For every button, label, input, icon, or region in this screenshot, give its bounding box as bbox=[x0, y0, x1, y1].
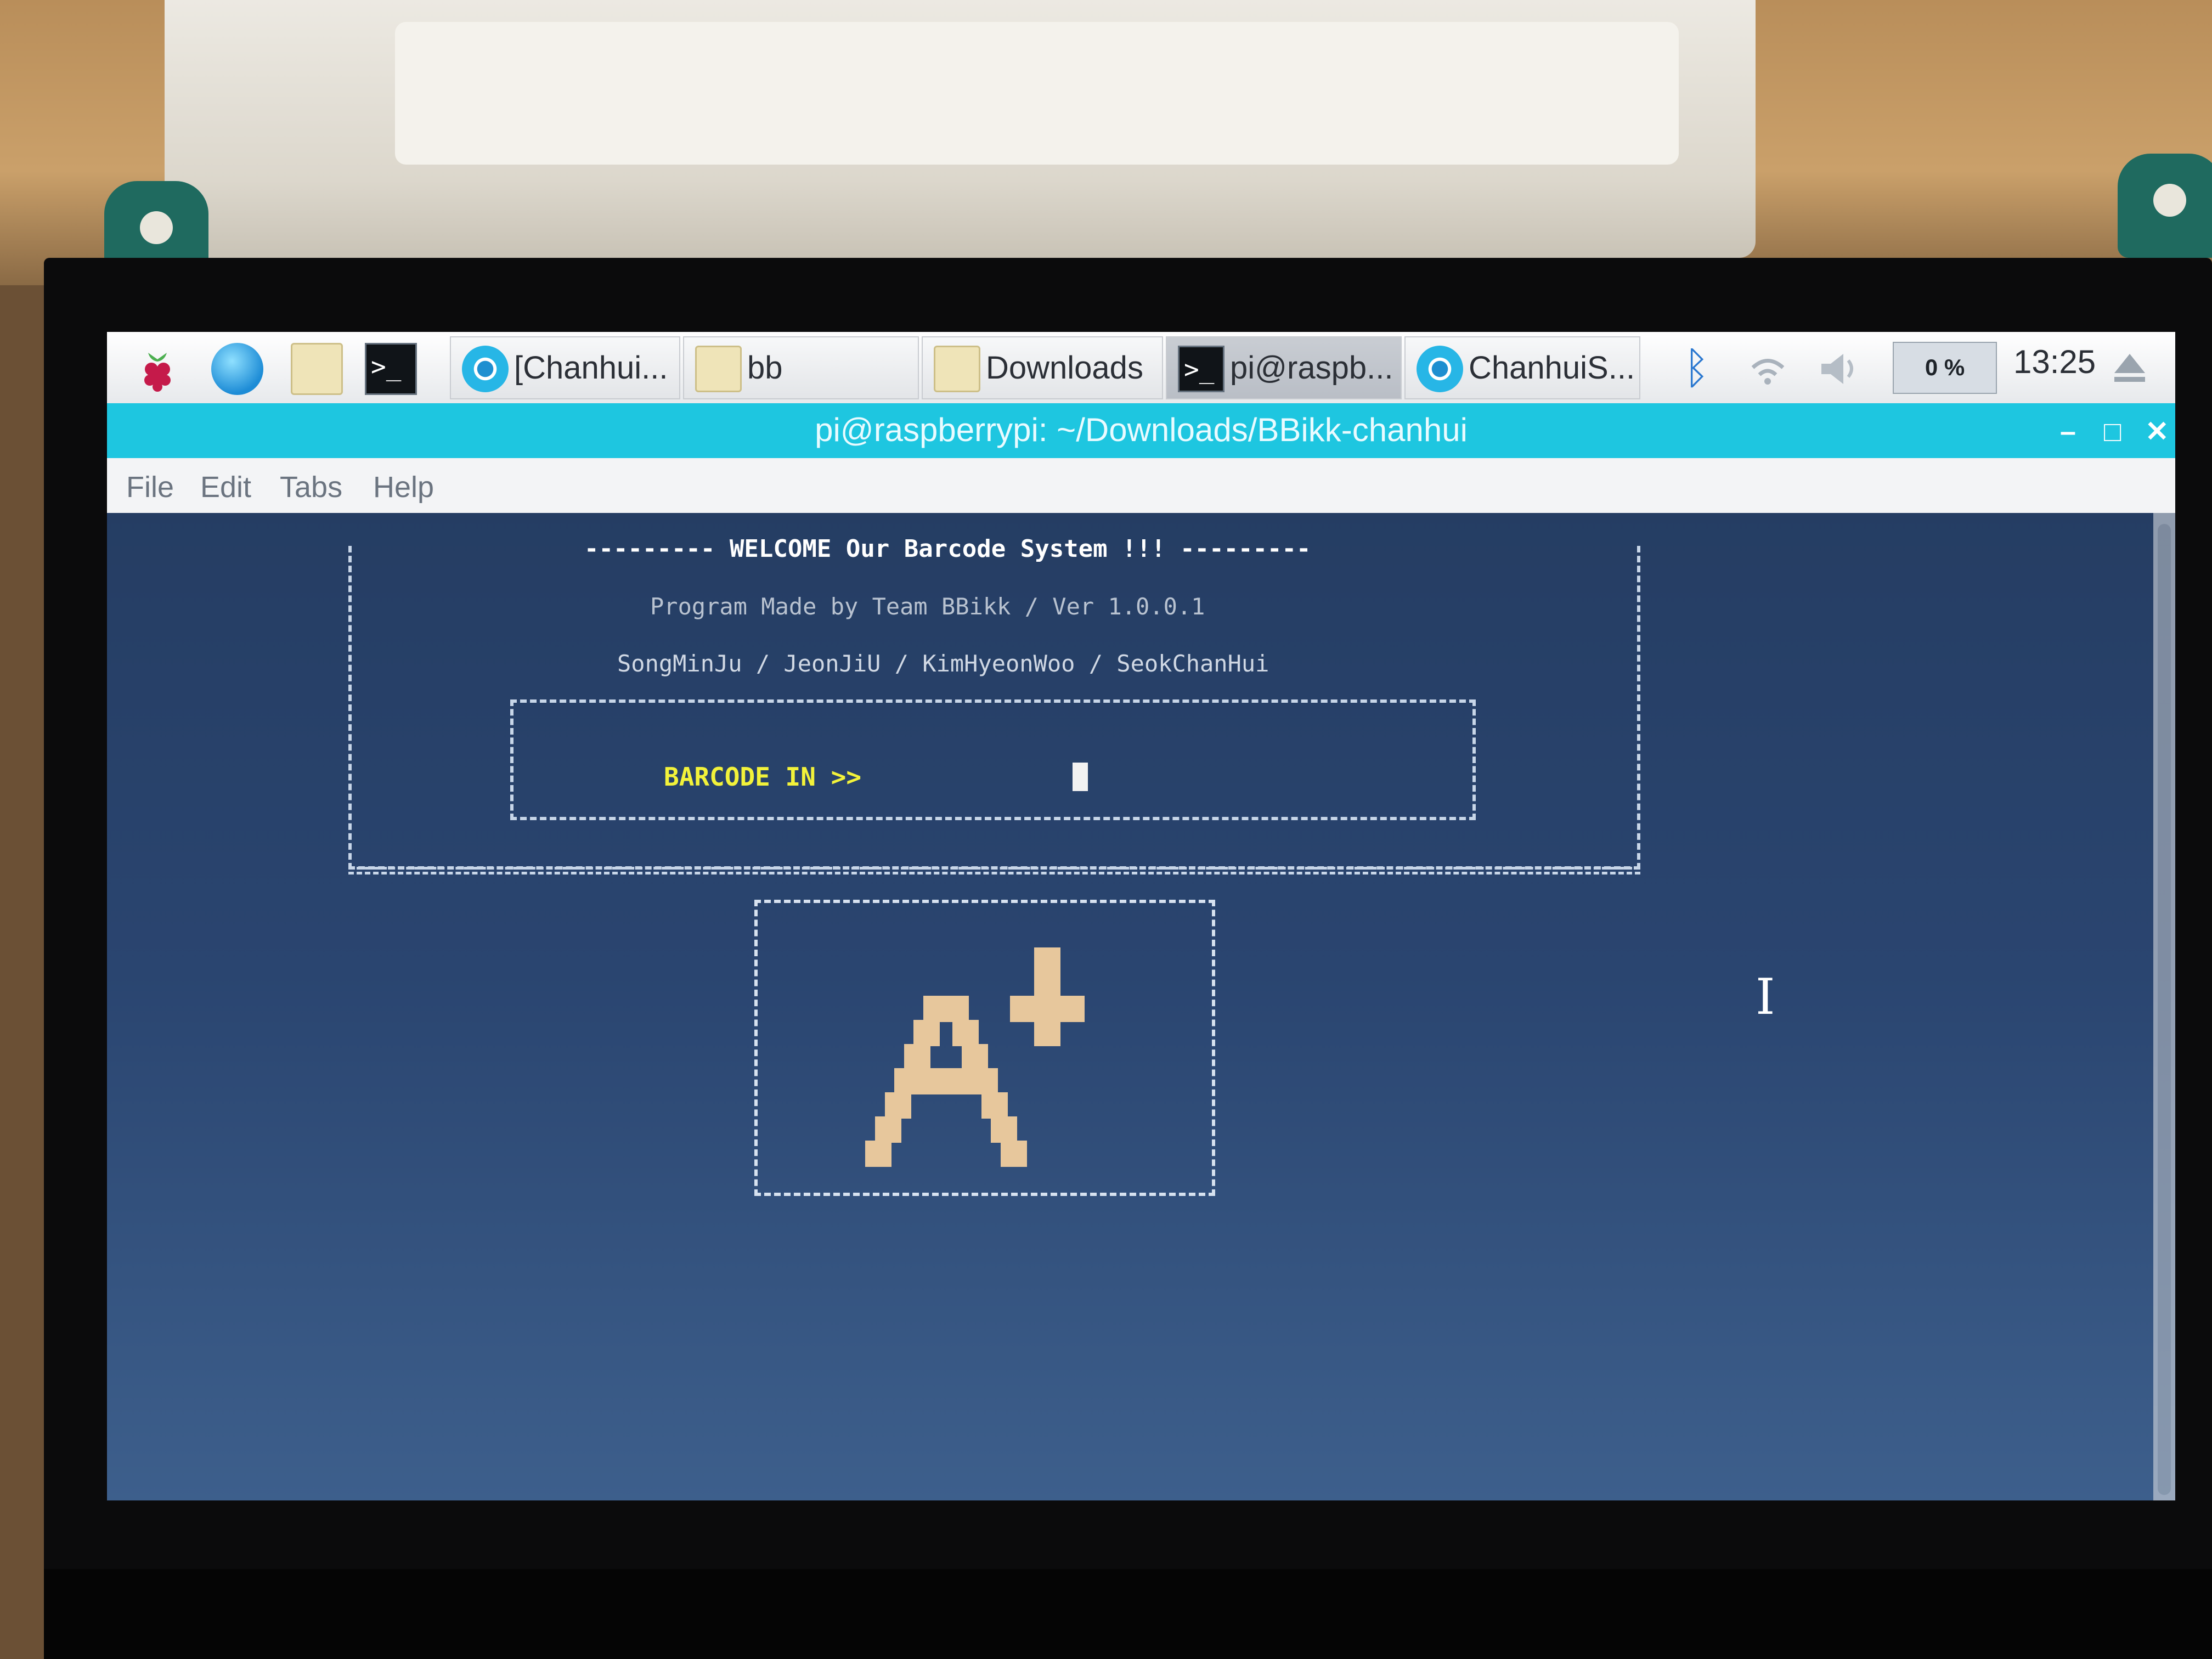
web-browser-icon[interactable] bbox=[211, 343, 263, 395]
barcode-input-box bbox=[510, 699, 1476, 820]
logo-pixel-block bbox=[1010, 996, 1037, 1022]
logo-pixel-block bbox=[1034, 996, 1061, 1022]
barcode-prompt: BARCODE IN >> bbox=[664, 762, 862, 792]
logo-pixel-block bbox=[962, 1044, 989, 1070]
clock[interactable]: 13:25 bbox=[2013, 343, 2096, 381]
chromium-icon bbox=[1417, 346, 1463, 392]
bluetooth-icon[interactable]: ᛒ bbox=[1671, 343, 1723, 395]
menu-file[interactable]: File bbox=[126, 470, 174, 504]
logo-pixel-block bbox=[865, 1141, 892, 1167]
taskbar-window-bb[interactable]: bb bbox=[683, 336, 919, 399]
welcome-frame-bottom bbox=[348, 867, 1640, 874]
display-bottom-edge bbox=[44, 1569, 2212, 1659]
terminal-icon[interactable]: >_ bbox=[365, 343, 417, 395]
volume-icon[interactable] bbox=[1813, 343, 1865, 395]
logo-pixel-block bbox=[1058, 996, 1085, 1022]
close-button[interactable]: ✕ bbox=[2145, 415, 2169, 448]
logo-pixel-block bbox=[904, 1044, 930, 1070]
team-members-line: SongMinJu / JeonJiU / KimHyeonWoo / Seok… bbox=[617, 650, 1269, 677]
menu-edit[interactable]: Edit bbox=[200, 470, 251, 504]
taskbar-window-downloads[interactable]: Downloads bbox=[922, 336, 1163, 399]
taskbar-window-label: bb bbox=[747, 350, 783, 386]
raspberry-menu-icon[interactable] bbox=[132, 343, 184, 395]
welcome-heading: --------- WELCOME Our Barcode System !!!… bbox=[584, 535, 1311, 563]
logo-pixel-block bbox=[943, 996, 969, 1022]
folder-icon bbox=[934, 346, 980, 392]
minimize-button[interactable]: – bbox=[2060, 415, 2076, 448]
taskbar-window-label: [Chanhui... bbox=[514, 350, 668, 386]
logo-pixel-block bbox=[972, 1068, 998, 1094]
logo-pixel-block bbox=[913, 1020, 940, 1046]
foam-packaging bbox=[165, 0, 1756, 258]
taskbar-window-terminal[interactable]: >_ pi@raspb... bbox=[1166, 336, 1402, 399]
folder-icon bbox=[695, 346, 742, 392]
taskbar-window-label: Downloads bbox=[986, 350, 1143, 386]
logo-pixel-block bbox=[1034, 1020, 1061, 1046]
logo-pixel-block bbox=[981, 1092, 1008, 1119]
logo-pixel-block bbox=[1034, 972, 1061, 998]
logo-pixel-block bbox=[884, 1092, 911, 1119]
cpu-usage-monitor[interactable]: 0 % bbox=[1893, 342, 1997, 394]
maximize-button[interactable]: □ bbox=[2104, 415, 2121, 448]
file-manager-icon[interactable] bbox=[291, 343, 343, 395]
text-cursor[interactable] bbox=[1073, 763, 1088, 791]
chromium-icon bbox=[462, 346, 509, 392]
made-by-line: Program Made by Team BBikk / Ver 1.0.0.1 bbox=[650, 593, 1205, 620]
taskbar-window-label: pi@raspb... bbox=[1230, 350, 1393, 386]
taskbar-window-chanhuis[interactable]: ChanhuiS... bbox=[1404, 336, 1640, 399]
screen: >_ [Chanhui... bb Downloads >_ pi@raspb.… bbox=[107, 332, 2175, 1500]
mouse-ibeam-cursor: I bbox=[1756, 968, 1775, 1026]
logo-pixel-block bbox=[875, 1116, 901, 1143]
wifi-icon[interactable] bbox=[1742, 343, 1794, 395]
mounting-tab-right bbox=[2118, 154, 2212, 258]
menu-bar: File Edit Tabs Help bbox=[107, 458, 2175, 513]
menu-help[interactable]: Help bbox=[373, 470, 434, 504]
logo-pixel-block bbox=[952, 1020, 979, 1046]
window-title: pi@raspberrypi: ~/Downloads/BBikk-chanhu… bbox=[815, 411, 1468, 448]
logo-pixel-block bbox=[1034, 947, 1061, 974]
window-titlebar[interactable]: pi@raspberrypi: ~/Downloads/BBikk-chanhu… bbox=[107, 403, 2175, 458]
logo-pixel-block bbox=[1000, 1141, 1027, 1167]
terminal-area[interactable]: --------- WELCOME Our Barcode System !!!… bbox=[107, 513, 2175, 1500]
taskbar-window-chanhui[interactable]: [Chanhui... bbox=[450, 336, 680, 399]
eject-icon[interactable] bbox=[2104, 343, 2156, 395]
terminal-icon: >_ bbox=[1178, 346, 1224, 392]
taskbar-window-label: ChanhuiS... bbox=[1469, 350, 1635, 386]
scrollbar[interactable] bbox=[2153, 513, 2175, 1500]
logo-pixel-block bbox=[991, 1116, 1018, 1143]
menu-tabs[interactable]: Tabs bbox=[280, 470, 342, 504]
taskbar: >_ [Chanhui... bb Downloads >_ pi@raspb.… bbox=[107, 332, 2175, 403]
